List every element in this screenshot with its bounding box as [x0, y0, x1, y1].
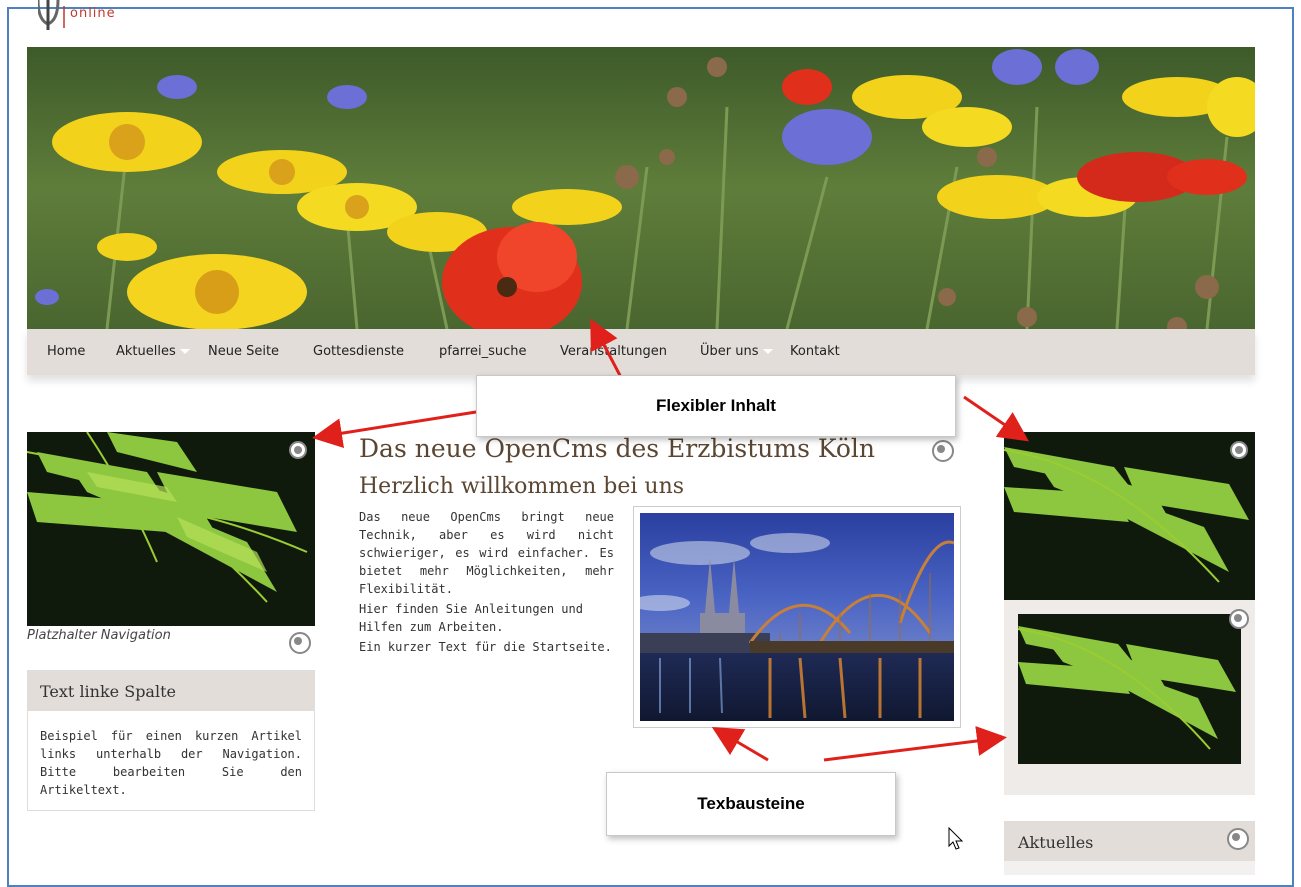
chevron-down-icon	[762, 349, 773, 354]
callout-texbausteine: Texbausteine	[606, 772, 896, 836]
nav-label: Über uns	[700, 344, 759, 359]
nav-item-gottesdienste[interactable]: Gottesdienste	[313, 344, 404, 359]
nav-label: Neue Seite	[208, 344, 280, 359]
aktuelles-content	[1004, 861, 1255, 875]
mouse-cursor-icon	[948, 827, 964, 850]
element-settings-icon[interactable]	[289, 632, 311, 654]
left-column-article-box: Text linke Spalte Beispiel für einen kur…	[27, 670, 315, 811]
main-paragraph: Das neue OpenCms bringt neue Technik, ab…	[359, 510, 614, 596]
left-column-article-text: Beispiel für einen kurzen Artikel links …	[40, 729, 302, 797]
element-settings-icon[interactable]	[1227, 828, 1249, 850]
right-column-image-container	[1004, 600, 1255, 795]
nav-item-neue-seite[interactable]: Neue Seite	[208, 344, 279, 359]
nav-item-kontakt[interactable]: Kontakt	[790, 344, 840, 359]
right-column-image-bottom[interactable]	[1018, 614, 1241, 764]
nav-label: pfarrei_suche	[439, 344, 527, 359]
nav-item-aktuelles[interactable]: Aktuelles	[116, 344, 190, 359]
callout-flexibler-inhalt: Flexibler Inhalt	[476, 375, 956, 437]
aktuelles-box: Aktuelles	[1004, 821, 1255, 875]
nav-label: Aktuelles	[116, 344, 176, 359]
right-column-image-top[interactable]	[1004, 432, 1255, 600]
element-settings-icon[interactable]	[289, 441, 307, 459]
cologne-cathedral-image[interactable]	[630, 506, 961, 728]
header-banner-image	[27, 47, 1255, 329]
navigation-placeholder-caption: Platzhalter Navigation	[27, 628, 171, 643]
callout-label: Flexibler Inhalt	[656, 396, 776, 415]
nav-item-ueber-uns[interactable]: Über uns	[700, 344, 773, 359]
chevron-down-icon	[179, 349, 190, 354]
nav-label: Gottesdienste	[313, 344, 404, 359]
main-paragraph: Hier finden Sie Anleitungen und Hilfen z…	[359, 602, 583, 634]
left-navigation-placeholder-image[interactable]	[27, 432, 315, 626]
nav-item-veranstaltungen[interactable]: Veranstaltungen	[560, 344, 667, 359]
nav-label: Veranstaltungen	[560, 344, 667, 359]
nav-item-home[interactable]: Home	[47, 344, 85, 359]
left-column-article-title: Text linke Spalte	[28, 671, 314, 711]
page-subtitle: Herzlich willkommen bei uns	[359, 474, 685, 499]
callout-label: Texbausteine	[697, 794, 805, 813]
aktuelles-title: Aktuelles	[1018, 833, 1094, 852]
main-article-text: Das neue OpenCms bringt neue Technik, ab…	[359, 508, 614, 658]
main-navigation: Home Aktuelles Neue Seite Gottesdienste …	[27, 329, 1255, 375]
element-settings-icon[interactable]	[1229, 609, 1249, 629]
nav-label: Kontakt	[790, 344, 840, 359]
main-paragraph: Ein kurzer Text für die Startseite.	[359, 640, 612, 654]
element-settings-icon[interactable]	[1230, 441, 1248, 459]
nav-item-pfarrei-suche[interactable]: pfarrei_suche	[439, 344, 526, 359]
logo-text: online	[70, 6, 116, 21]
nav-label: Home	[47, 344, 86, 359]
element-settings-icon[interactable]	[932, 440, 954, 462]
page-title: Das neue OpenCms des Erzbistums Köln	[359, 434, 876, 463]
